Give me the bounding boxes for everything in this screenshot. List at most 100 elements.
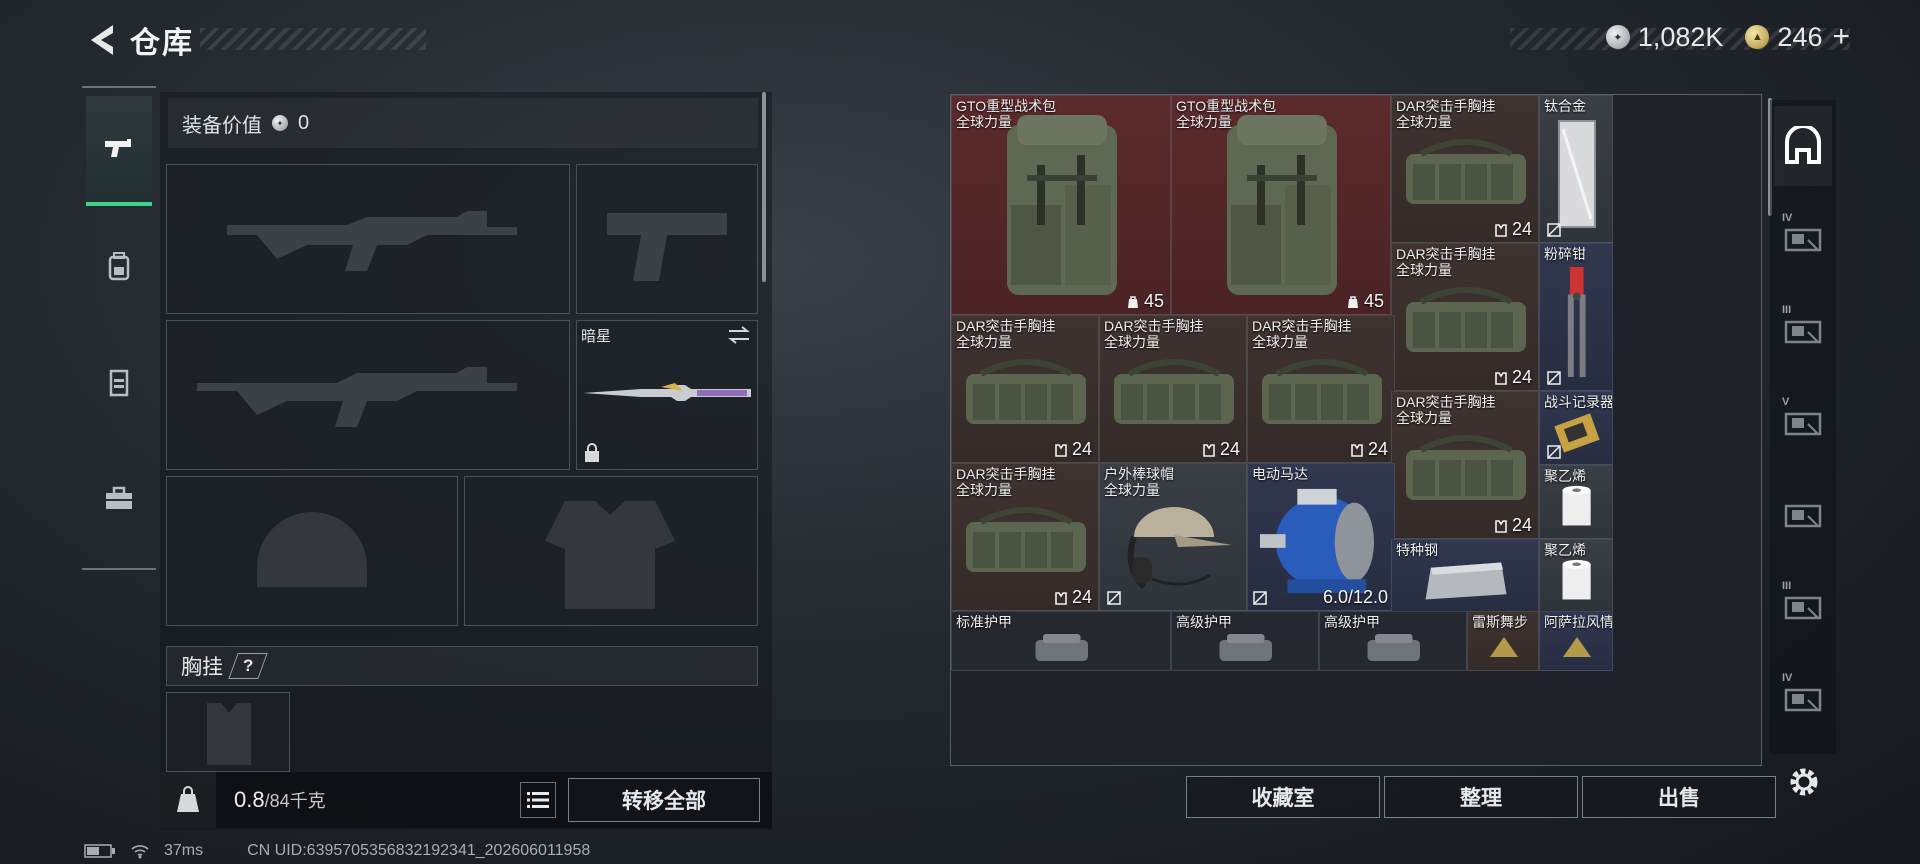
storage-case-icon [1784,688,1822,712]
special-steel-image [1425,562,1507,600]
sell-button[interactable]: 出售 [1582,776,1776,818]
rig-slot[interactable] [166,692,290,772]
settings-gear-icon[interactable] [1786,764,1822,800]
help-icon[interactable]: ? [228,653,268,679]
nav-weapon-tab[interactable] [86,96,152,206]
primary-weapon-slot[interactable] [166,164,570,314]
equipment-value-label: 装备价值 [182,114,262,137]
item-count-value: 45 [1143,291,1164,311]
organize-button[interactable]: 整理 [1384,776,1578,818]
item-name: 特种钢 [1396,542,1438,558]
equipment-scrollbar[interactable] [762,92,766,282]
weight-current: 0.8 [234,787,265,812]
item-count: 24 [1054,587,1092,608]
rig-label: 胸挂 [181,656,223,679]
grid-item[interactable]: DAR突击手胸挂 全球力量 24 [951,315,1099,463]
nav-toolbox-tab[interactable] [86,444,152,554]
tab-level-label: IV [1782,212,1793,224]
swap-icon[interactable] [727,325,751,345]
item-name: DAR突击手胸挂 全球力量 [1252,318,1352,350]
gold-amount: 246 [1777,21,1823,52]
grid-item[interactable]: DAR突击手胸挂 全球力量 24 [1391,95,1539,243]
pistol-silhouette-icon [607,213,727,281]
rifle-silhouette-icon [197,367,517,427]
slots-icon [1055,443,1067,457]
grid-item[interactable]: 聚乙烯 [1539,465,1613,539]
tab-storage-5[interactable]: III [1774,566,1832,646]
grid-item[interactable]: 标准护甲 [951,611,1171,671]
backpack-icon [108,252,130,281]
item-count: 24 [1054,439,1092,460]
add-currency-button[interactable]: + [1832,20,1850,54]
item-name: GTO重型战术包 全球力量 [956,98,1057,130]
tab-storage-1[interactable]: IV [1774,198,1832,278]
tab-storage-3[interactable]: V [1774,382,1832,462]
grid-item[interactable]: GTO重型战术包 全球力量 45 [951,95,1171,315]
item-image [1563,637,1591,657]
melee-slot[interactable]: 暗星 [576,320,758,470]
nav-rig-tab[interactable] [86,328,152,438]
grid-item[interactable]: DAR突击手胸挂 全球力量 24 [951,463,1099,611]
tab-storage-2[interactable]: III [1774,290,1832,370]
item-name: GTO重型战术包 全球力量 [1176,98,1277,130]
grid-item[interactable]: 粉碎钳 [1539,243,1613,391]
item-count: 24 [1202,439,1240,460]
tab-storage-4[interactable] [1774,474,1832,554]
item-name: DAR突击手胸挂 全球力量 [1396,98,1496,130]
slots-icon [1351,443,1363,457]
item-count-value: 24 [1511,515,1532,535]
chest-rig-image [1406,139,1526,204]
polyethylene-roll-image [1562,559,1592,600]
nav-backpack-tab[interactable] [86,212,152,322]
item-name: 雷斯舞步 [1472,614,1528,630]
warehouse-tabs: IV III V III IV [1770,100,1836,754]
grid-item[interactable]: 高级护甲 [1319,611,1467,671]
equipment-value-row: 装备价值 ✦ 0 [168,98,758,148]
item-name: 粉碎钳 [1544,246,1586,262]
pistol-slot[interactable] [576,164,758,314]
grid-item[interactable]: 雷斯舞步 [1467,611,1539,671]
armor-image [1367,634,1421,661]
grid-item[interactable]: 阿萨拉风情 [1539,611,1613,671]
grid-item[interactable]: 特种钢 [1391,539,1539,613]
toolbox-icon [106,486,132,509]
item-name: 战斗记录器 [1544,394,1613,410]
slots-icon [1495,371,1507,385]
gold-currency[interactable]: ▲ 246 + [1745,20,1850,54]
grid-item[interactable]: GTO重型战术包 全球力量 45 [1171,95,1391,315]
helmet-slot[interactable] [166,476,458,626]
grid-item[interactable]: 战斗记录器 [1539,391,1613,465]
item-name: DAR突击手胸挂 全球力量 [1396,394,1496,426]
collection-button[interactable]: 收藏室 [1186,776,1380,818]
grid-item[interactable]: 钛合金 [1539,95,1613,243]
grid-item[interactable]: DAR突击手胸挂 全球力量 24 [1391,391,1539,539]
page-title: 仓库 [130,27,194,60]
grid-item[interactable]: DAR突击手胸挂 全球力量 24 [1099,315,1247,463]
armor-slot[interactable] [464,476,758,626]
storage-case-icon [1784,412,1822,436]
titanium-plate-image [1558,120,1596,228]
armor-silhouette-icon [545,501,675,609]
tab-home[interactable] [1774,106,1832,186]
grid-item[interactable]: DAR突击手胸挂 全球力量 24 [1391,243,1539,391]
list-view-button[interactable] [520,782,556,818]
tab-level-label: III [1782,580,1792,592]
grid-item[interactable]: 电动马达 6.0/12.0 [1247,463,1395,611]
item-count: 24 [1494,515,1532,536]
silver-amount: 1,082K [1637,21,1724,52]
item-name: 高级护甲 [1324,614,1380,630]
grid-item[interactable]: 户外棒球帽 全球力量 [1099,463,1247,611]
not-tradeable-icon [1253,591,1267,605]
storage-case-icon [1784,504,1822,528]
transfer-all-button[interactable]: 转移全部 [568,778,760,822]
tab-storage-6[interactable]: IV [1774,658,1832,738]
grid-item[interactable]: 高级护甲 [1171,611,1319,671]
warehouse-grid: GTO重型战术包 全球力量 45 GTO重型战术包 全球力量 45 DAR突击手胸挂 全… [950,94,1762,766]
item-count-value: 24 [1071,439,1092,459]
slots-icon [1203,443,1215,457]
grid-item[interactable]: DAR突击手胸挂 全球力量 24 [1247,315,1395,463]
rifle-silhouette-icon [227,211,517,271]
back-button[interactable] [84,20,118,60]
secondary-weapon-slot[interactable] [166,320,570,470]
grid-item[interactable]: 聚乙烯 [1539,539,1613,613]
